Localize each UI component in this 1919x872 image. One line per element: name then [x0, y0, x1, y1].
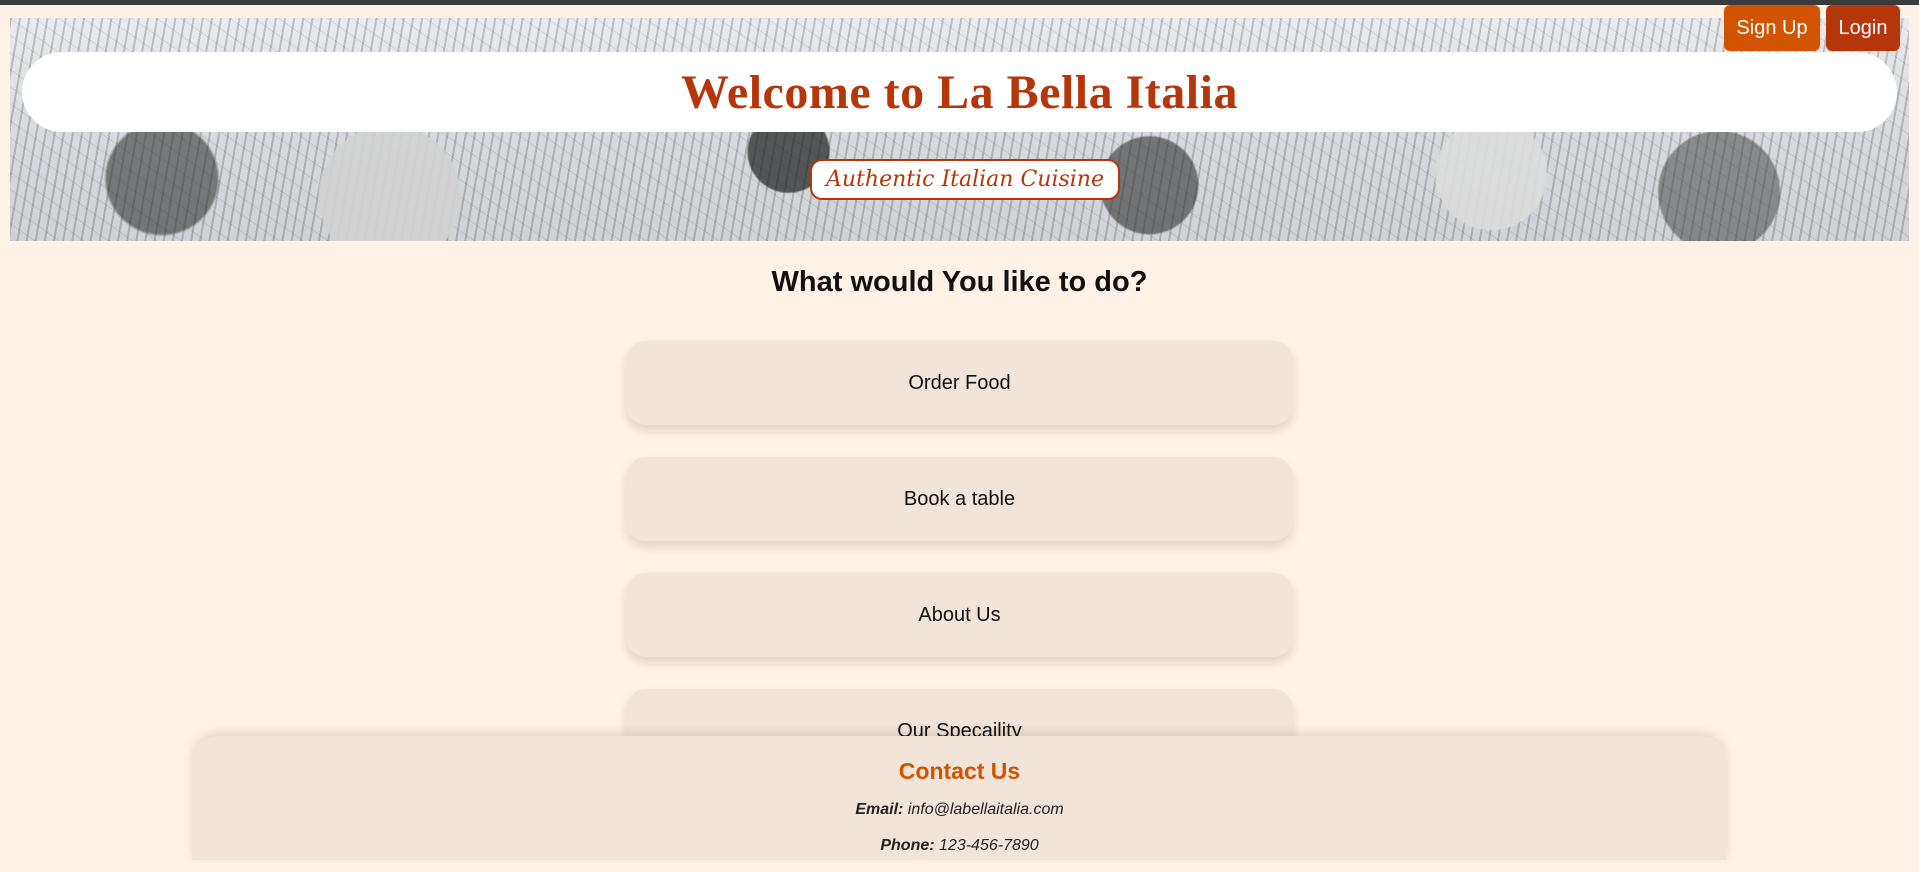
email-label: Email:	[855, 801, 904, 818]
contact-title: Contact Us	[898, 758, 1021, 784]
contact-phone: Phone: 123-456-7890	[192, 837, 1727, 855]
tagline-badge: Authentic Italian Cuisine	[810, 159, 1120, 200]
book-table-button[interactable]: Book a table	[626, 457, 1293, 541]
browser-top-strip	[0, 0, 1919, 5]
hero-banner: Welcome to La Bella Italia Authentic Ita…	[10, 18, 1909, 241]
signup-button[interactable]: Sign Up	[1724, 5, 1820, 51]
order-food-button[interactable]: Order Food	[626, 341, 1293, 425]
section-heading: What would You like to do?	[771, 266, 1148, 298]
page-title: Welcome to La Bella Italia	[681, 65, 1238, 119]
email-value: info@labellaitalia.com	[907, 801, 1064, 818]
contact-email: Email: info@labellaitalia.com	[192, 801, 1727, 819]
title-panel: Welcome to La Bella Italia	[22, 52, 1897, 132]
phone-value: 123-456-7890	[939, 837, 1039, 854]
phone-label: Phone:	[880, 837, 935, 854]
contact-panel: Contact Us Email: info@labellaitalia.com…	[192, 736, 1727, 860]
login-button[interactable]: Login	[1826, 5, 1900, 51]
auth-buttons: Sign Up Login	[1724, 5, 1900, 51]
about-us-button[interactable]: About Us	[626, 573, 1293, 657]
